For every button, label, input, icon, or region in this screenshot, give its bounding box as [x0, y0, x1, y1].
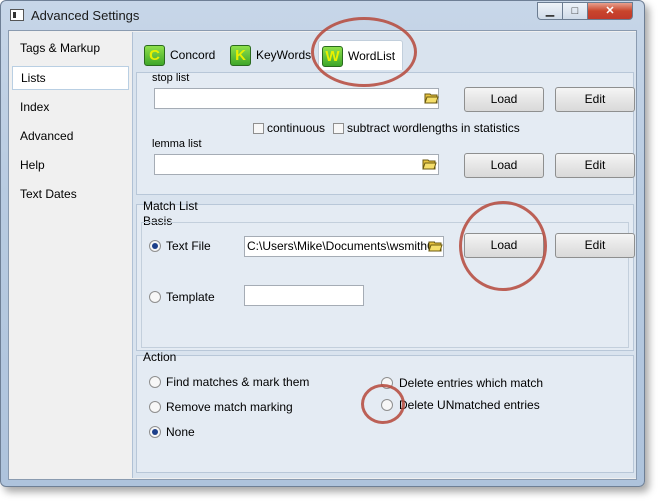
stop-list-load-button[interactable]: Load — [464, 87, 544, 112]
find-matches-label: Find matches & mark them — [166, 375, 310, 389]
text-file-label: Text File — [166, 239, 211, 253]
template-input[interactable] — [244, 285, 364, 306]
sidebar-item-help[interactable]: Help — [12, 153, 129, 177]
sidebar: Tags & Markup Lists Index Advanced Help … — [10, 32, 131, 478]
lemma-list-edit-button[interactable]: Edit — [555, 153, 635, 178]
find-matches-radio[interactable] — [149, 376, 161, 388]
template-label: Template — [166, 290, 215, 304]
highlight-ring-delete-unmatched — [361, 384, 405, 424]
text-file-radio[interactable] — [149, 240, 161, 252]
lemma-list-input[interactable] — [154, 154, 439, 175]
match-list-edit-button[interactable]: Edit — [555, 233, 635, 258]
maximize-button[interactable]: □ — [562, 2, 588, 20]
close-button[interactable]: ✕ — [587, 2, 633, 20]
sidebar-item-text-dates[interactable]: Text Dates — [12, 182, 129, 206]
tab-label: KeyWords — [256, 48, 312, 62]
delete-matching-label: Delete entries which match — [399, 376, 544, 390]
continuous-checkbox[interactable] — [253, 123, 264, 134]
sidebar-item-tags-markup[interactable]: Tags & Markup — [12, 36, 129, 60]
template-radio[interactable] — [149, 291, 161, 303]
lists-group: stop list Load Edit continuous subtract … — [136, 72, 635, 195]
highlight-ring-load — [459, 201, 547, 291]
text-file-input[interactable]: C:\Users\Mike\Documents\wsmith6\ — [244, 236, 444, 257]
sidebar-item-advanced[interactable]: Advanced — [12, 124, 129, 148]
remove-marking-label: Remove match marking — [166, 400, 293, 414]
action-label: Action — [143, 350, 177, 364]
settings-window: Advanced Settings ▁ □ ✕ Tags & Markup Li… — [0, 0, 645, 487]
keywords-icon: K — [230, 45, 251, 66]
none-radio[interactable] — [149, 426, 161, 438]
folder-open-icon[interactable] — [422, 157, 437, 170]
remove-marking-radio[interactable] — [149, 401, 161, 413]
match-list-label: Match List — [143, 199, 198, 213]
folder-open-icon[interactable] — [428, 239, 443, 252]
match-list-group: Match List Basis Text File C:\Users\Mike… — [136, 199, 635, 351]
window-icon — [10, 9, 24, 21]
concord-icon: C — [144, 45, 165, 66]
sidebar-item-lists[interactable]: Lists — [12, 66, 129, 90]
sidebar-item-index[interactable]: Index — [12, 95, 129, 119]
highlight-ring-wordlist — [311, 17, 417, 87]
continuous-label: continuous — [267, 121, 326, 135]
tab-keywords[interactable]: K KeyWords — [227, 40, 313, 70]
delete-unmatched-label: Delete UNmatched entries — [399, 398, 540, 412]
title-bar[interactable]: Advanced Settings ▁ □ ✕ — [1, 1, 644, 29]
stop-list-input[interactable] — [154, 88, 439, 109]
lemma-list-label: lemma list — [152, 138, 202, 150]
window-title: Advanced Settings — [31, 8, 140, 23]
tab-label: Concord — [170, 48, 216, 62]
lemma-list-load-button[interactable]: Load — [464, 153, 544, 178]
minimize-button[interactable]: ▁ — [537, 2, 563, 20]
folder-open-icon[interactable] — [424, 91, 439, 104]
tab-concord[interactable]: C Concord — [141, 40, 223, 70]
stop-list-edit-button[interactable]: Edit — [555, 87, 635, 112]
none-label: None — [166, 425, 195, 439]
subtract-wordlengths-label: subtract wordlengths in statistics — [347, 121, 520, 135]
stop-list-label: stop list — [152, 72, 190, 84]
subtract-wordlengths-checkbox[interactable] — [333, 123, 344, 134]
